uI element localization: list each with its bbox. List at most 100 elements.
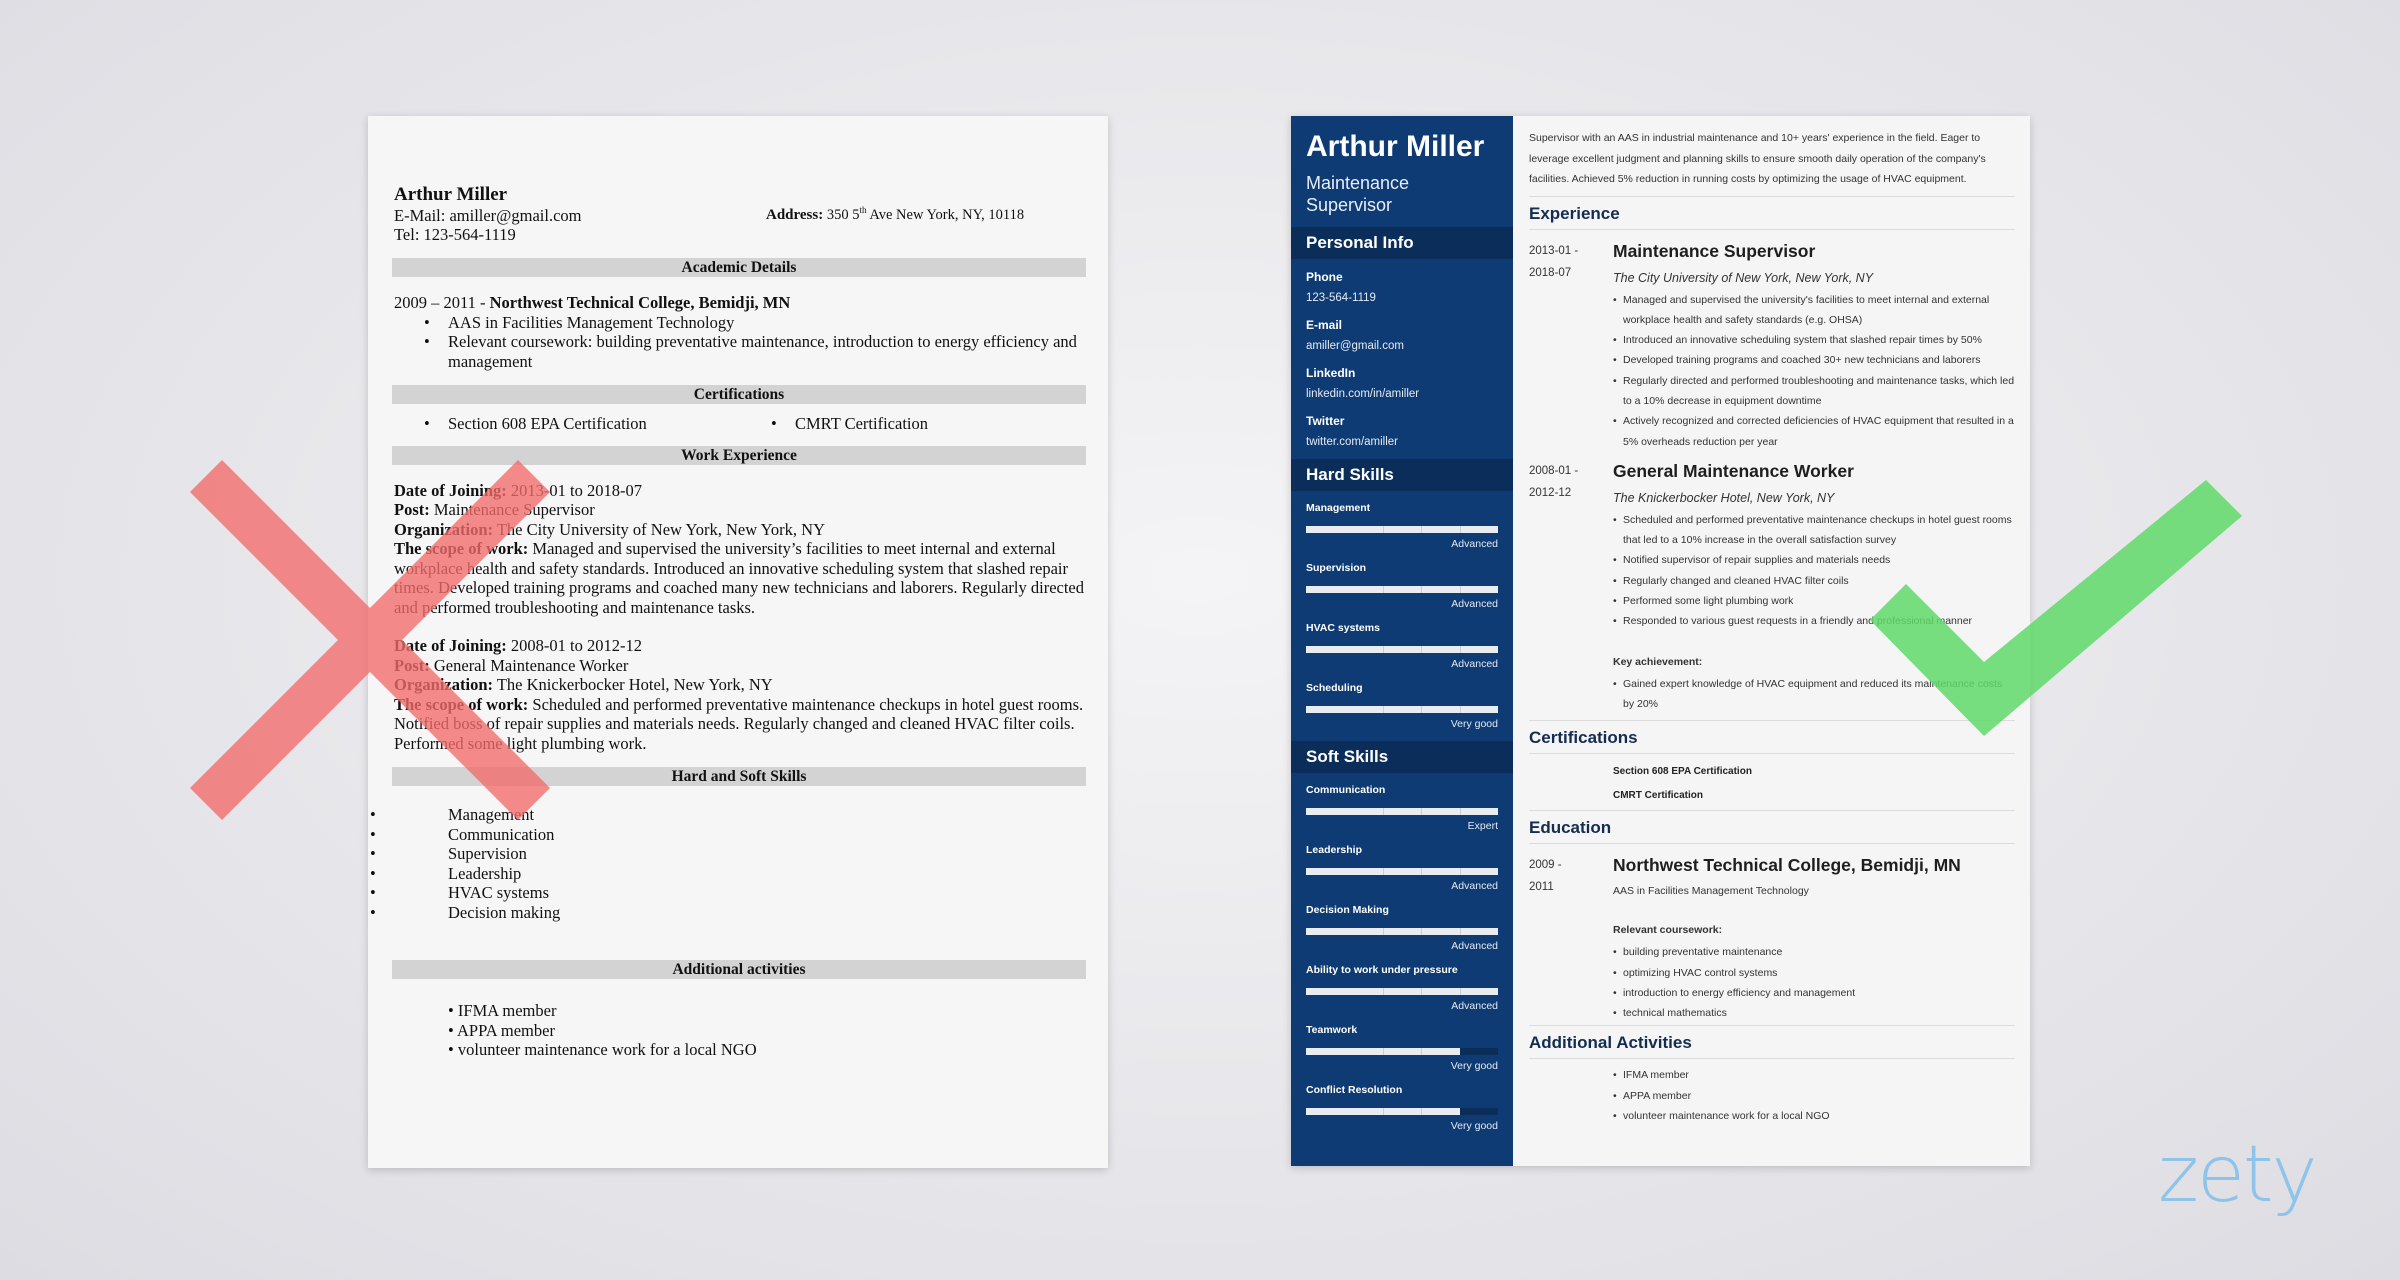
skill-bar-divider: [1421, 1108, 1423, 1115]
personal-info-value: linkedin.com/in/amiller: [1306, 388, 1420, 400]
org-value: The City University of New York, New Yor…: [493, 519, 825, 539]
skill-level-bar: [1306, 706, 1498, 713]
skill-bar-divider: [1382, 646, 1384, 653]
good-resume-page: Arthur Miller Maintenance Supervisor Per…: [1291, 116, 2030, 1166]
section-band-work: Work Experience: [392, 445, 1086, 465]
job-org: Organization: The City University of New…: [394, 520, 1088, 540]
skill-name: Leadership: [1306, 844, 1363, 856]
personal-info-value: amiller@gmail.com: [1306, 340, 1404, 352]
personal-info-value: 123-564-1119: [1306, 292, 1376, 304]
personal-info-label: E-mail: [1306, 318, 1343, 332]
skill-item: Supervision: [370, 844, 1088, 864]
entry-dates: 2013-01 - 2018-07: [1529, 240, 1613, 452]
entry-dates: 2009 - 2011: [1529, 854, 1613, 1023]
org-value: The Knickerbocker Hotel, New York, NY: [493, 675, 773, 694]
skill-bar-divider: [1421, 526, 1423, 533]
skill-item: Communication Expert: [1291, 773, 1513, 833]
job-bullet: Regularly directed and performed trouble…: [1613, 371, 2015, 412]
skill-bar-divider: [1421, 808, 1423, 815]
skill-level-label: Very good: [1450, 1060, 1498, 1072]
skill-item: HVAC systems: [370, 883, 1088, 903]
bad-resume-address: Address: 350 5th Ave New York, NY, 10118: [766, 206, 1024, 226]
skill-level-bar: [1306, 1048, 1498, 1055]
date-end: 2011: [1529, 881, 1554, 894]
activity-item: • IFMA member: [448, 1001, 557, 1020]
post-label: Post:: [394, 500, 430, 519]
job-bullet: Managed and supervised the university's …: [1613, 290, 2015, 331]
skill-bar-divider: [1460, 1108, 1461, 1115]
skill-bar-divider: [1382, 1048, 1384, 1055]
job-post: Post: General Maintenance Worker: [394, 656, 1088, 676]
skill-bar-divider: [1382, 586, 1384, 593]
good-resume-name: Arthur Miller: [1306, 130, 1485, 163]
skill-item: Teamwork Very good: [1291, 1013, 1513, 1073]
job-bullet: Responded to various guest requests in a…: [1613, 611, 2015, 632]
skill-bar-divider: [1382, 706, 1384, 713]
skill-name: Conflict Resolution: [1306, 1084, 1403, 1096]
job-bullet: Introduced an innovative scheduling syst…: [1613, 330, 2015, 351]
certifications-heading: Certifications: [1529, 720, 2015, 755]
personal-info-value: twitter.com/amiller: [1306, 436, 1399, 448]
certification-item: Section 608 EPA Certification: [394, 414, 741, 434]
date-end: 2012-12: [1529, 486, 1572, 499]
hard-skills-list: Management Advanced Supervision Advanced HVA…: [1291, 491, 1513, 731]
education-school: Northwest Technical College, Bemidji, MN: [489, 293, 791, 312]
experience-heading: Experience: [1529, 195, 2015, 230]
skill-item: Decision Making Advanced: [1291, 893, 1513, 953]
skill-item: Decision making: [370, 903, 1088, 923]
job-scope: The scope of work: Scheduled and perform…: [394, 695, 1088, 754]
skill-name: Scheduling: [1306, 682, 1363, 694]
entry-dates: 2008-01 - 2012-12: [1529, 460, 1613, 714]
bad-resume-contact: E-Mail: amiller@gmail.com Tel: 123-564-1…: [394, 206, 1088, 246]
skill-level-bar: [1306, 586, 1498, 593]
bad-resume-job: Date of Joining: 2008-01 to 2012-12 Post…: [394, 636, 1088, 753]
skill-item: Communication: [370, 825, 1088, 845]
skill-bar-divider: [1459, 988, 1461, 995]
skill-level-label: Advanced: [1451, 598, 1498, 610]
bad-resume-tel: Tel: 123-564-1119: [394, 225, 516, 245]
skill-level-bar: [1306, 988, 1498, 995]
experience-entry: 2008-01 - 2012-12 General Maintenance Wo…: [1529, 460, 2015, 714]
address-label: Address:: [766, 207, 824, 223]
skill-bar-divider: [1382, 868, 1384, 875]
key-achievement-bullets: Gained expert knowledge of HVAC equipmen…: [1613, 674, 2015, 715]
good-resume-job-title: Maintenance Supervisor: [1306, 173, 1410, 215]
bad-resume-certifications: Section 608 EPA Certification CMRT Certi…: [394, 404, 1088, 446]
skill-bar-divider: [1459, 868, 1461, 875]
skill-name: HVAC systems: [1306, 622, 1380, 634]
personal-info-list: Phone 123-564-1119 E-mail amiller@gmail.com…: [1291, 259, 1513, 451]
skill-level-fill: [1306, 706, 1498, 713]
date-label: Date of Joining:: [394, 480, 507, 500]
skill-bar-divider: [1459, 526, 1461, 533]
section-band-academic: Academic Details: [392, 258, 1086, 277]
skill-level-fill: [1306, 646, 1498, 653]
skill-level-bar: [1306, 526, 1498, 533]
personal-info-heading: Personal Info: [1291, 227, 1513, 259]
resume-main: Supervisor with an AAS in industrial mai…: [1529, 128, 2015, 1127]
bad-resume-name: Arthur Miller: [394, 184, 508, 205]
skill-level-fill: [1306, 988, 1498, 995]
skill-level-fill: [1306, 808, 1498, 815]
skill-level-bar: [1306, 646, 1498, 653]
soft-skills-list: Communication Expert Leadership Advanced Dec…: [1291, 773, 1513, 1133]
email-label: E-Mail:: [394, 206, 446, 225]
coursework-label: Relevant coursework:: [1613, 924, 1723, 937]
key-achievement-bullet: Gained expert knowledge of HVAC equipmen…: [1613, 674, 2015, 715]
skill-bar-divider: [1382, 988, 1384, 995]
job-scope: The scope of work: Managed and supervise…: [394, 539, 1088, 617]
coursework-list: building preventative maintenance optimi…: [1613, 942, 2015, 1023]
bad-resume-page: Arthur Miller E-Mail: amiller@gmail.com …: [368, 116, 1108, 1168]
job-post: Post: Maintenance Supervisor: [394, 500, 1088, 520]
address-sup: th: [859, 205, 867, 216]
skill-item: Leadership Advanced: [1291, 833, 1513, 893]
scope-label: The scope of work:: [394, 539, 529, 558]
job-bullet: Notified supervisor of repair supplies a…: [1613, 550, 2015, 571]
date-start: 2008-01 -: [1529, 464, 1579, 477]
activities-heading: Additional Activities: [1529, 1025, 2015, 1060]
education-bullet: Relevant coursework: building preventati…: [394, 332, 1088, 371]
skill-level-label: Advanced: [1451, 658, 1498, 670]
skill-level-fill: [1306, 586, 1498, 593]
skill-level-bar: [1306, 808, 1498, 815]
skill-name: Decision Making: [1306, 904, 1389, 916]
skill-item: Leadership: [370, 864, 1088, 884]
